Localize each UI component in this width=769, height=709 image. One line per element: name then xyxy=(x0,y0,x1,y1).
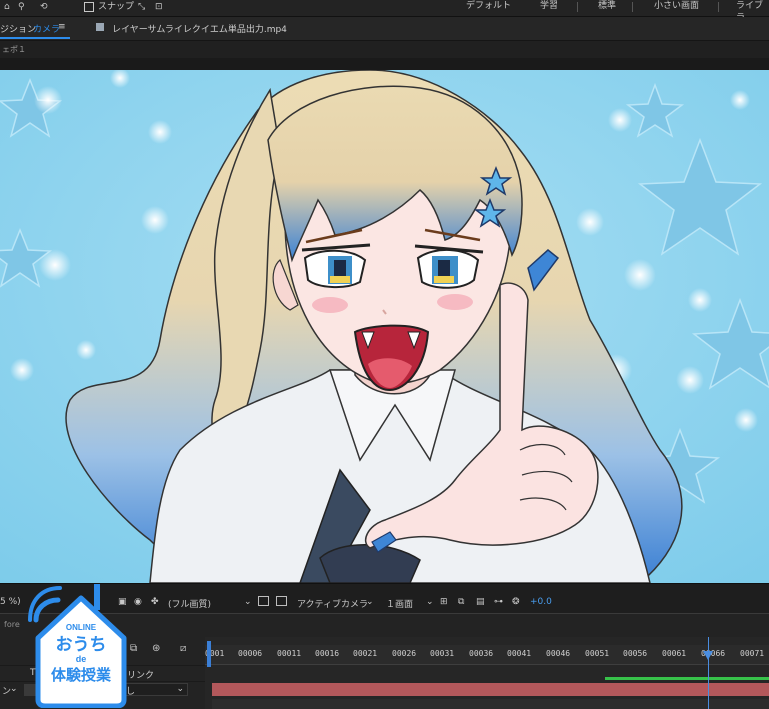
composition-breadcrumb-label[interactable]: ェポ１ xyxy=(2,44,26,55)
footage-file-name[interactable]: レイヤーサムライレクイエム単品出力.mp4 xyxy=(112,22,287,35)
timeline-icon[interactable]: ▤ xyxy=(476,597,485,607)
badge-line2: おうち xyxy=(56,635,107,655)
panel-menu-icon[interactable]: ≡ xyxy=(58,22,66,32)
badge-line4: 体験授業 xyxy=(51,666,112,684)
online-ouchi-badge-logo: ONLINE おうち de 体験授業 xyxy=(28,578,134,709)
composition-panel-header: ジション カメラ ≡ レイヤーサムライレクイエム単品出力.mp4 xyxy=(0,17,769,41)
ruler-tick: 00011 xyxy=(277,649,302,658)
snap-options-icon[interactable]: ⊡ xyxy=(155,1,163,14)
transparency-grid-icon[interactable] xyxy=(276,596,287,606)
viewer-top-strip xyxy=(0,58,769,70)
show-snapshot-icon[interactable]: ◉ xyxy=(134,597,142,607)
render-cache-bar xyxy=(605,677,769,680)
hand-tool-icon[interactable]: ⌂ xyxy=(4,1,10,14)
ruler-tick: 00051 xyxy=(585,649,610,658)
flowchart-icon[interactable]: ⊶ xyxy=(494,597,503,607)
zoom-level[interactable]: 5 %) xyxy=(0,597,21,607)
composition-viewer[interactable] xyxy=(0,70,769,583)
anime-character-artwork xyxy=(0,70,769,583)
badge-line3: de xyxy=(76,654,87,664)
ruler-tick: 00026 xyxy=(392,649,417,658)
resolution-dropdown[interactable]: (フル画質) xyxy=(168,597,211,610)
current-time-indicator[interactable] xyxy=(708,637,709,709)
parent-chevron-icon: ⌄ xyxy=(176,684,184,694)
top-toolbar: ⌂ ⚲ ⟲ スナップ ⤡ ⊡ デフォルト 学習 標準 小さい画面 ライブラ xyxy=(0,0,769,23)
ruler-tick: 00016 xyxy=(315,649,340,658)
layer-duration-bar[interactable] xyxy=(212,683,769,696)
view-layout-dropdown[interactable]: １画面 xyxy=(386,597,413,610)
composition-tab-label[interactable]: ジション xyxy=(0,22,36,35)
time-ruler[interactable]: 0001 00006 00011 00016 00021 00026 00031… xyxy=(205,645,769,665)
work-area-start-handle[interactable] xyxy=(207,641,211,667)
workspace-standard[interactable]: 標準 xyxy=(598,0,616,12)
ruler-tick: 00071 xyxy=(740,649,765,658)
rotate-tool-icon[interactable]: ⟲ xyxy=(40,1,48,14)
ruler-tick: 00021 xyxy=(353,649,378,658)
reset-exposure-icon[interactable]: ❂ xyxy=(512,597,520,607)
mode-chevron-icon[interactable]: ⌄ xyxy=(10,684,18,694)
channel-icon[interactable]: ✤ xyxy=(151,597,159,607)
snap-checkbox[interactable] xyxy=(84,2,94,12)
ruler-tick: 00031 xyxy=(430,649,455,658)
workspace-learn[interactable]: 学習 xyxy=(540,0,558,12)
active-tab-indicator xyxy=(0,37,70,39)
view-chevron-icon[interactable]: ⌄ xyxy=(426,597,434,607)
toggle-pixel-icon[interactable]: ⊞ xyxy=(440,597,448,607)
active-camera-dropdown[interactable]: アクティブカメラ xyxy=(297,597,368,610)
resolution-chevron-icon[interactable]: ⌄ xyxy=(244,597,252,607)
timeline-tab-label[interactable]: fore xyxy=(4,620,20,629)
playhead-handle[interactable] xyxy=(703,651,713,660)
footage-file-icon xyxy=(96,23,104,31)
snap-label: スナップ xyxy=(98,2,135,12)
ruler-tick: 00046 xyxy=(546,649,571,658)
composition-breadcrumb: ェポ１ xyxy=(0,41,769,58)
camera-chevron-icon[interactable]: ⌄ xyxy=(366,597,374,607)
exposure-value[interactable]: +0.0 xyxy=(530,597,552,607)
region-of-interest-icon[interactable] xyxy=(258,596,269,606)
timeline-tracks[interactable]: 0001 00006 00011 00016 00021 00026 00031… xyxy=(205,637,769,709)
workspace-default[interactable]: デフォルト xyxy=(466,0,511,12)
camera-tab-label[interactable]: カメラ xyxy=(33,22,60,35)
workspace-small-screen[interactable]: 小さい画面 xyxy=(654,0,699,12)
ruler-tick: 00061 xyxy=(662,649,687,658)
graph-editor-icon[interactable]: ⊛ xyxy=(152,643,160,654)
layer-track-empty xyxy=(212,699,769,709)
comp-flow-icon[interactable]: ⧄ xyxy=(180,643,186,654)
snap-magnet-icon[interactable]: ⤡ xyxy=(138,1,145,14)
ruler-tick: 00056 xyxy=(623,649,648,658)
ruler-tick: 00006 xyxy=(238,649,263,658)
ruler-tick: 00041 xyxy=(507,649,532,658)
zoom-tool-icon[interactable]: ⚲ xyxy=(18,1,25,14)
ruler-tick: 00036 xyxy=(469,649,494,658)
badge-line1: ONLINE xyxy=(66,623,97,632)
fast-preview-icon[interactable]: ⧉ xyxy=(458,597,464,607)
